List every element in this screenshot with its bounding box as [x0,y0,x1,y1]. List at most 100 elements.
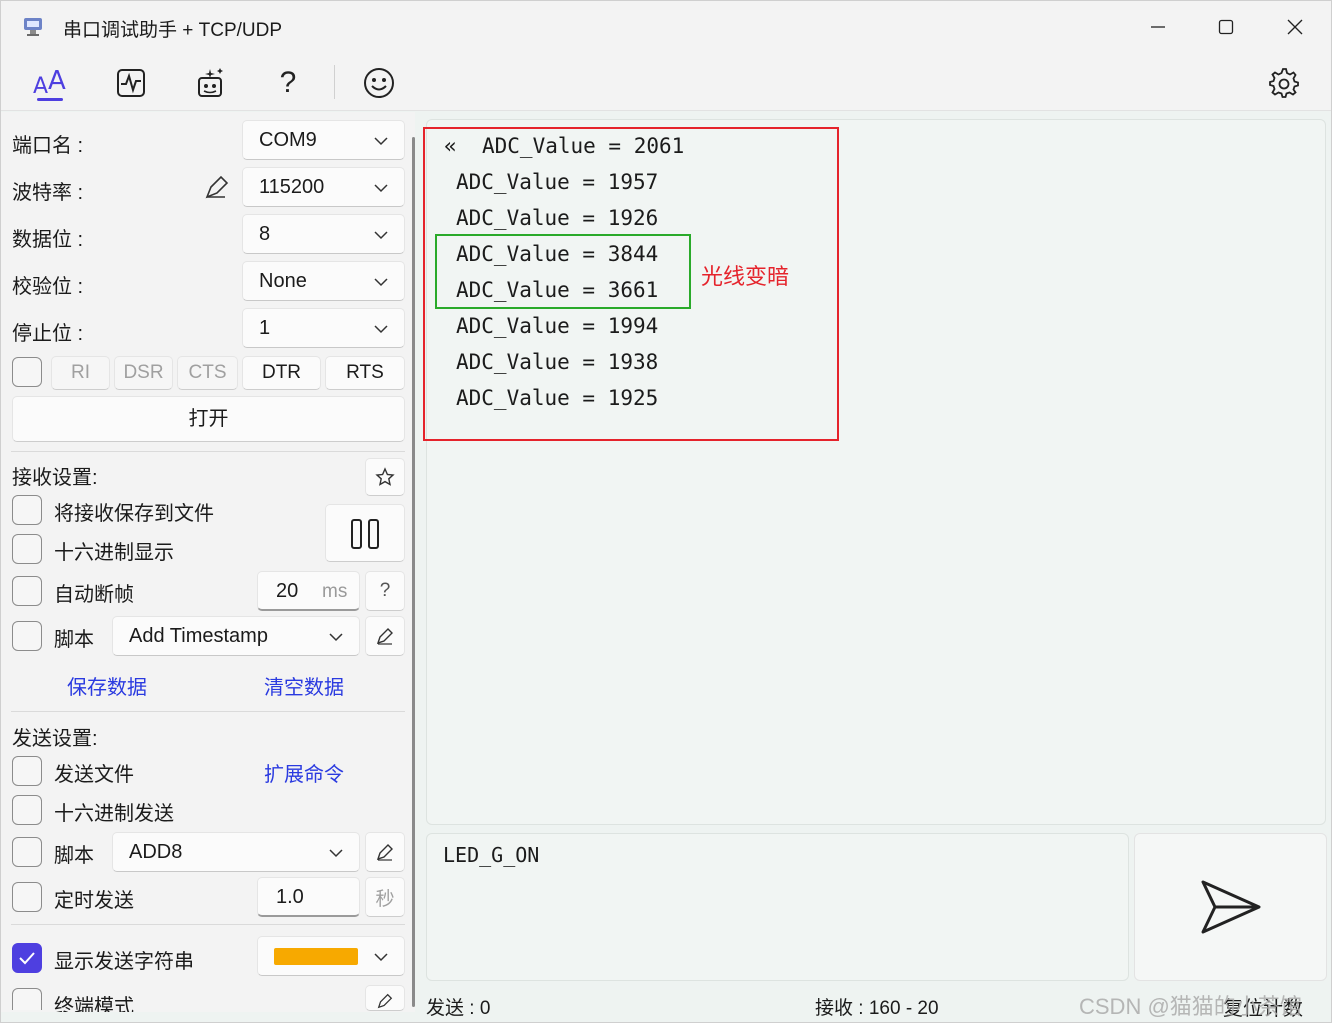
save-data-link[interactable]: 保存数据 [67,671,147,700]
annotation-text: 光线变暗 [701,264,790,289]
chevron-down-icon [329,833,343,871]
divider [11,924,405,925]
chevron-down-icon [329,617,343,655]
annotation-green-box [435,234,691,309]
close-button[interactable] [1272,9,1318,45]
sent-count: 发送 : 0 [426,998,491,1019]
title-bar: 串口调试助手 + TCP/UDP [1,1,1331,53]
receive-script-checkbox[interactable] [12,621,42,651]
parity-value: None [259,270,307,292]
send-file-label: 发送文件 [54,764,134,786]
watermark: CSDN @猫猫的小茶馆 [1079,994,1302,1019]
smiley-icon[interactable] [359,63,399,103]
show-send-string-checkbox[interactable] [12,943,42,973]
port-select[interactable]: COM9 [242,120,405,160]
svg-text:A: A [48,67,66,96]
baud-label: 波特率 : [12,182,84,204]
chevron-down-icon [374,168,388,206]
divider [11,711,405,712]
text-mode-icon[interactable]: AA [30,63,70,103]
baud-value: 115200 [259,176,325,198]
maximize-button[interactable] [1203,9,1249,45]
settings-gear-icon[interactable] [1264,63,1304,103]
send-interval-input[interactable]: 1.0 [257,877,360,917]
clear-data-link[interactable]: 清空数据 [264,671,344,700]
minimize-button[interactable] [1135,9,1181,45]
frame-unit: ms [322,581,348,602]
send-file-checkbox[interactable] [12,756,42,786]
databits-label: 数据位 : [12,229,84,251]
rts-button[interactable]: RTS [325,356,405,390]
port-value: COM9 [259,129,317,151]
port-label: 端口名 : [12,135,84,157]
show-send-string-label: 显示发送字符串 [54,951,194,973]
toolbar: AA ? [1,53,1331,111]
send-icon [1201,880,1260,934]
window-title: 串口调试助手 + TCP/UDP [63,20,283,41]
stopbits-label: 停止位 : [12,323,84,345]
terminal-mode-label: 终端模式 [54,996,134,1012]
cts-button: CTS [177,356,238,390]
open-port-button[interactable]: 打开 [12,396,405,442]
send-script-value: ADD8 [129,841,183,863]
send-interval-value: 1.0 [276,886,304,908]
receive-settings-title: 接收设置: [12,467,98,489]
send-button[interactable] [1134,833,1327,981]
baud-select[interactable]: 115200 [242,167,405,207]
chevron-down-icon [374,309,388,347]
save-to-file-label: 将接收保存到文件 [54,503,214,525]
receive-script-value: Add Timestamp [129,625,268,647]
receive-script-label: 脚本 [54,629,94,651]
app-icon [21,15,45,39]
hex-send-checkbox[interactable] [12,795,42,825]
parity-label: 校验位 : [12,276,84,298]
frame-timeout-value: 20 [276,580,299,602]
color-swatch [274,948,358,965]
chevron-down-icon [374,262,388,300]
pause-button[interactable] [325,504,405,562]
dtr-button[interactable]: DTR [242,356,321,390]
received-count: 接收 : 160 - 20 [815,998,939,1019]
hex-send-label: 十六进制发送 [54,803,174,825]
parity-select[interactable]: None [242,261,405,301]
stopbits-select[interactable]: 1 [242,308,405,348]
interval-unit: 秒 [365,877,405,917]
help-icon[interactable]: ? [268,63,308,103]
databits-value: 8 [259,223,271,245]
auto-frame-checkbox[interactable] [12,576,42,606]
waveform-icon[interactable] [111,63,151,103]
magic-icon[interactable] [190,63,230,103]
timed-send-checkbox[interactable] [12,882,42,912]
timed-send-label: 定时发送 [54,890,134,912]
send-script-checkbox[interactable] [12,837,42,867]
chevron-down-icon [374,937,388,975]
star-icon[interactable] [365,458,405,496]
dsr-button: DSR [114,356,173,390]
signals-checkbox[interactable] [12,357,42,387]
send-script-edit-icon[interactable] [365,832,405,872]
hex-display-label: 十六进制显示 [54,542,174,564]
ri-button: RI [51,356,110,390]
chevron-down-icon [374,121,388,159]
pause-icon [351,519,379,549]
frame-help-button[interactable]: ? [365,571,405,611]
send-input-text: LED_G_ON [443,843,540,867]
send-script-select[interactable]: ADD8 [112,832,360,872]
receive-script-select[interactable]: Add Timestamp [112,616,360,656]
terminal-mode-checkbox[interactable] [12,988,42,1010]
databits-select[interactable]: 8 [242,214,405,254]
save-to-file-checkbox[interactable] [12,495,42,525]
auto-frame-label: 自动断帧 [54,584,134,606]
send-settings-title: 发送设置: [12,728,98,750]
send-color-select[interactable] [257,936,405,976]
baud-edit-icon[interactable] [203,175,229,206]
receive-script-edit-icon[interactable] [365,616,405,656]
hex-display-checkbox[interactable] [12,534,42,564]
extended-command-link[interactable]: 扩展命令 [264,758,344,787]
stopbits-value: 1 [259,317,271,339]
terminal-edit-icon[interactable] [365,985,405,1011]
settings-scrollbar[interactable] [412,137,415,1007]
divider [11,451,405,452]
chevron-down-icon [374,215,388,253]
send-script-label: 脚本 [54,845,94,867]
